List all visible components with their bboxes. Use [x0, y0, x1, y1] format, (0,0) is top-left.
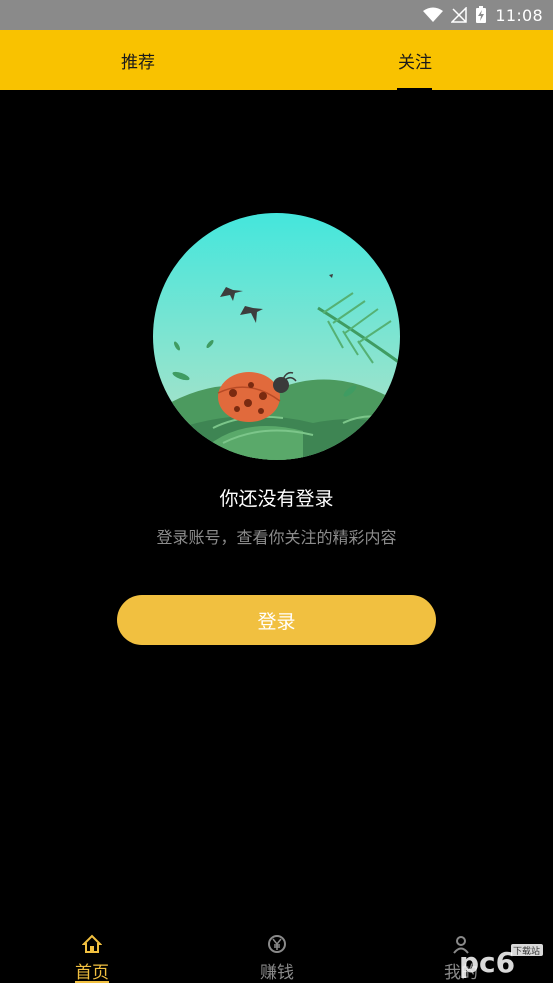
nav-item-home[interactable]: 首页 [42, 928, 142, 983]
status-icons: 11:08 [423, 0, 543, 30]
home-icon [82, 934, 102, 953]
nav-item-earn[interactable]: 赚钱 [227, 928, 327, 983]
tab-recommend[interactable]: 推荐 [90, 30, 186, 90]
empty-state-subtitle: 登录账号，查看你关注的精彩内容 [156, 528, 397, 547]
pc6-watermark-logo: pc6 下载站 [459, 944, 543, 979]
login-button[interactable]: 登录 [117, 595, 436, 645]
status-bar: 11:08 [0, 0, 553, 30]
empty-state-title: 你还没有登录 [219, 488, 334, 510]
ladybug-illustration [153, 213, 400, 460]
nav-item-earn-label: 赚钱 [260, 963, 294, 983]
nav-item-home-label: 首页 [75, 963, 109, 983]
wifi-icon [423, 7, 444, 22]
watermark-text: pc6 [459, 946, 515, 979]
top-tab-bar: 推荐 关注 [0, 30, 553, 90]
watermark-sub: 下载站 [513, 945, 540, 957]
no-signal-icon [451, 7, 468, 23]
tab-follow[interactable]: 关注 [367, 30, 463, 90]
status-time: 11:08 [495, 5, 543, 25]
active-tab-indicator [397, 88, 432, 91]
battery-charging-icon [476, 6, 487, 23]
yen-coin-icon [268, 935, 286, 953]
